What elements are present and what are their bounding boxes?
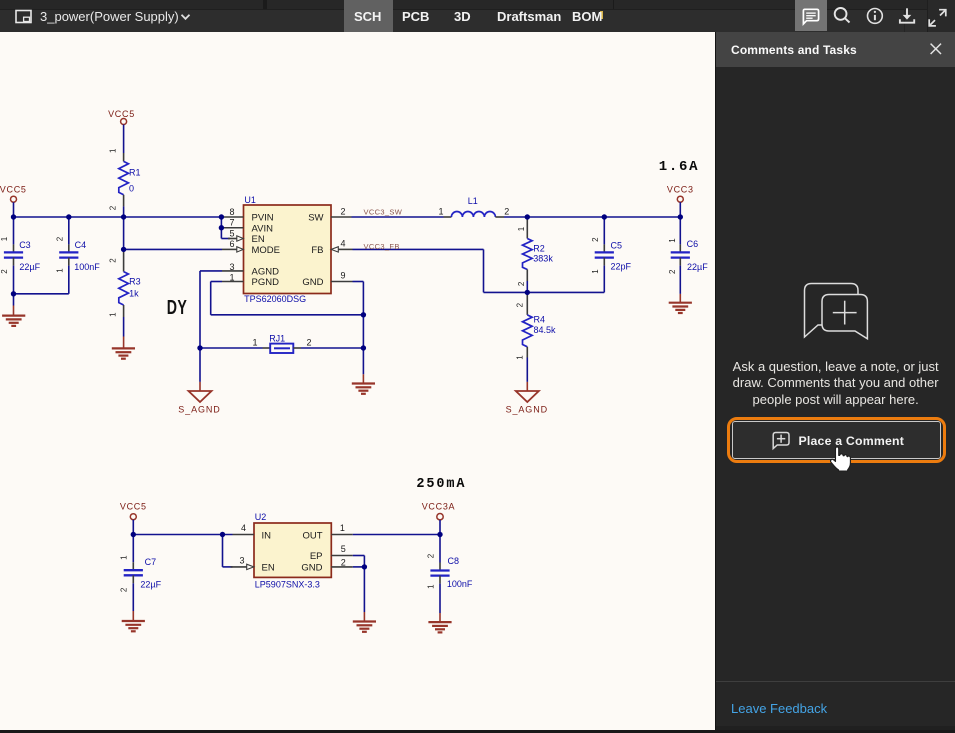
- svg-text:AVIN: AVIN: [252, 223, 274, 234]
- svg-text:C3: C3: [19, 240, 31, 250]
- svg-text:VCC3: VCC3: [667, 185, 694, 195]
- svg-text:1: 1: [55, 268, 64, 273]
- svg-text:2: 2: [108, 205, 117, 210]
- svg-text:S_AGND: S_AGND: [178, 405, 220, 415]
- svg-text:GND: GND: [302, 277, 323, 288]
- svg-text:1: 1: [340, 523, 345, 533]
- svg-text:1: 1: [120, 555, 129, 560]
- svg-text:1: 1: [229, 272, 234, 282]
- svg-text:1: 1: [517, 226, 526, 231]
- svg-text:VCC5: VCC5: [120, 502, 147, 512]
- svg-text:1: 1: [426, 584, 435, 589]
- svg-text:C5: C5: [611, 241, 623, 251]
- svg-text:1k: 1k: [129, 288, 139, 298]
- svg-text:5: 5: [341, 544, 346, 554]
- svg-text:6: 6: [229, 239, 234, 249]
- svg-text:84.5k: 84.5k: [534, 325, 557, 335]
- svg-text:AGND: AGND: [252, 266, 280, 277]
- svg-text:1: 1: [109, 148, 118, 153]
- svg-text:FB: FB: [311, 245, 323, 256]
- svg-text:VCC3A: VCC3A: [422, 502, 456, 512]
- svg-text:3: 3: [239, 556, 244, 566]
- svg-text:4: 4: [341, 238, 346, 248]
- svg-text:PGND: PGND: [252, 277, 280, 288]
- svg-text:0: 0: [129, 184, 134, 194]
- svg-text:1: 1: [438, 207, 443, 217]
- svg-text:SW: SW: [308, 213, 323, 224]
- svg-text:5: 5: [229, 228, 234, 238]
- svg-text:VCC3_SW: VCC3_SW: [364, 207, 403, 216]
- svg-text:100nF: 100nF: [74, 262, 100, 272]
- svg-text:R4: R4: [534, 315, 546, 325]
- svg-text:4: 4: [241, 523, 246, 533]
- svg-text:EN: EN: [252, 234, 265, 245]
- svg-text:1: 1: [516, 355, 525, 360]
- svg-text:22µF: 22µF: [19, 262, 40, 272]
- svg-text:EN: EN: [262, 563, 275, 574]
- svg-text:R1: R1: [129, 167, 141, 177]
- svg-text:2: 2: [516, 302, 525, 307]
- svg-text:R2: R2: [533, 243, 545, 253]
- svg-text:8: 8: [229, 207, 234, 217]
- svg-text:U2: U2: [255, 512, 267, 522]
- svg-text:3: 3: [229, 262, 234, 272]
- svg-text:MODE: MODE: [252, 245, 281, 256]
- svg-text:22pF: 22pF: [611, 261, 632, 271]
- svg-text:TPS62060DSG: TPS62060DSG: [244, 294, 306, 304]
- svg-text:1: 1: [591, 269, 600, 274]
- svg-text:2: 2: [426, 553, 435, 558]
- svg-text:7: 7: [229, 218, 234, 228]
- svg-text:C7: C7: [145, 557, 157, 567]
- svg-text:2: 2: [504, 207, 509, 217]
- svg-text:EP: EP: [310, 551, 323, 562]
- svg-text:383k: 383k: [533, 254, 553, 264]
- svg-text:2: 2: [120, 587, 129, 592]
- svg-text:2: 2: [0, 269, 9, 274]
- svg-text:2: 2: [55, 236, 64, 241]
- svg-text:2: 2: [591, 237, 600, 242]
- svg-text:L1: L1: [468, 196, 478, 206]
- svg-text:R3: R3: [129, 276, 141, 286]
- svg-text:1.6A: 1.6A: [659, 159, 699, 175]
- svg-text:250mA: 250mA: [416, 477, 466, 492]
- svg-text:IN: IN: [262, 530, 272, 541]
- svg-text:C6: C6: [687, 239, 699, 249]
- svg-text:1: 1: [668, 238, 677, 243]
- svg-text:OUT: OUT: [302, 530, 322, 541]
- svg-text:S_AGND: S_AGND: [506, 405, 548, 415]
- svg-text:GND: GND: [301, 563, 322, 574]
- svg-text:C8: C8: [448, 556, 460, 566]
- svg-text:DY: DY: [167, 295, 187, 318]
- svg-text:22µF: 22µF: [687, 262, 708, 272]
- svg-text:1: 1: [108, 312, 117, 317]
- svg-text:2: 2: [517, 281, 526, 286]
- svg-text:9: 9: [341, 271, 346, 281]
- svg-text:LP5907SNX-3.3: LP5907SNX-3.3: [255, 580, 320, 590]
- svg-text:VCC5: VCC5: [0, 184, 27, 194]
- svg-text:U1: U1: [244, 195, 256, 205]
- svg-text:VCC3_FB: VCC3_FB: [364, 242, 400, 251]
- svg-text:PVIN: PVIN: [252, 213, 274, 224]
- svg-text:VCC5: VCC5: [108, 109, 135, 119]
- svg-text:2: 2: [307, 337, 312, 347]
- svg-text:1: 1: [0, 236, 9, 241]
- svg-text:C4: C4: [75, 240, 87, 250]
- svg-text:100nF: 100nF: [447, 579, 473, 589]
- svg-text:2: 2: [668, 269, 677, 274]
- svg-text:1: 1: [252, 338, 257, 348]
- svg-text:2: 2: [341, 557, 346, 567]
- svg-text:22µF: 22µF: [140, 580, 161, 590]
- svg-text:2: 2: [341, 206, 346, 216]
- svg-text:RJ1: RJ1: [269, 333, 285, 343]
- svg-text:2: 2: [108, 258, 117, 263]
